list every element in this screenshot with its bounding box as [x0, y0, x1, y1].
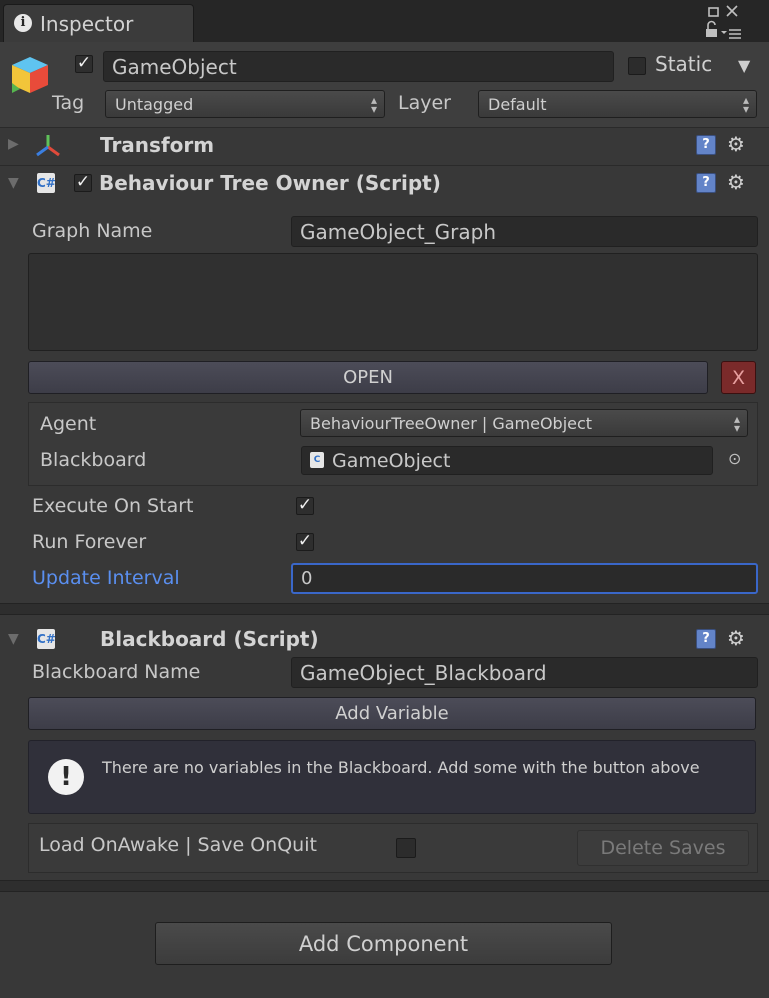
lock-icon[interactable]: [706, 20, 717, 38]
close-icon[interactable]: [726, 5, 738, 17]
blackboard-ref-label: Blackboard: [40, 449, 147, 471]
script-icon: C#: [37, 629, 56, 649]
transform-title: Transform: [100, 133, 215, 157]
layer-value: Default: [488, 94, 547, 114]
gear-icon[interactable]: ⚙: [727, 172, 745, 192]
transform-foldout-icon[interactable]: ▶: [8, 136, 19, 152]
graph-name-input[interactable]: GameObject_Graph: [291, 216, 758, 247]
info-exclamation-icon: !: [48, 759, 84, 795]
bt-owner-foldout-icon[interactable]: ▼: [8, 175, 19, 191]
tag-value: Untagged: [115, 94, 194, 114]
window-controls: [706, 5, 741, 39]
blackboard-title: Blackboard (Script): [100, 627, 319, 651]
component-separator: [0, 603, 769, 615]
agent-value: BehaviourTreeOwner | GameObject: [310, 413, 593, 433]
info-icon: i: [14, 14, 32, 32]
run-forever-label: Run Forever: [32, 531, 147, 553]
blackboard-name-input[interactable]: GameObject_Blackboard: [291, 657, 758, 688]
static-dropdown-icon[interactable]: ▼: [738, 56, 750, 75]
graph-name-label: Graph Name: [32, 220, 153, 242]
agent-dropdown[interactable]: BehaviourTreeOwner | GameObject ▴ ▾: [300, 409, 748, 437]
execute-on-start-label: Execute On Start: [32, 495, 194, 517]
static-label: Static: [655, 52, 713, 76]
update-interval-label: Update Interval: [32, 567, 180, 589]
static-checkbox[interactable]: [628, 57, 646, 75]
gear-icon[interactable]: ⚙: [727, 134, 745, 154]
tag-dropdown[interactable]: Untagged ▴ ▾: [105, 90, 385, 118]
load-save-checkbox[interactable]: [396, 838, 416, 858]
gameobject-name-input[interactable]: GameObject: [103, 51, 614, 82]
tag-label: Tag: [52, 92, 85, 114]
script-icon: C: [310, 452, 324, 468]
delete-saves-button[interactable]: Delete Saves: [577, 830, 749, 866]
dropdown-arrows-icon: ▴ ▾: [742, 93, 749, 116]
layer-dropdown[interactable]: Default ▴ ▾: [478, 90, 757, 118]
help-book-icon[interactable]: ?: [696, 173, 716, 193]
cube-icon: [12, 57, 48, 93]
tab-inspector[interactable]: i Inspector: [3, 4, 194, 42]
add-component-button[interactable]: Add Component: [155, 922, 612, 965]
agent-label: Agent: [40, 413, 97, 435]
tab-inspector-label: Inspector: [40, 12, 134, 36]
graph-preview-area: [28, 253, 758, 351]
bt-owner-title: Behaviour Tree Owner (Script): [99, 171, 441, 195]
remove-graph-button[interactable]: X: [721, 361, 756, 394]
dropdown-arrows-icon: ▴ ▾: [370, 93, 377, 116]
gameobject-active-checkbox[interactable]: ✓: [75, 55, 93, 73]
open-graph-button[interactable]: OPEN: [28, 361, 708, 394]
add-variable-button[interactable]: Add Variable: [28, 697, 756, 730]
transform-axes-icon: [36, 135, 60, 157]
gear-icon[interactable]: ⚙: [727, 628, 745, 648]
component-separator: [0, 880, 769, 892]
object-picker-icon[interactable]: ⊙: [728, 449, 741, 468]
script-icon: C#: [37, 173, 56, 193]
bt-owner-enabled-checkbox[interactable]: ✓: [74, 174, 92, 192]
run-forever-checkbox[interactable]: ✓: [296, 533, 314, 551]
dock-icon[interactable]: [708, 7, 719, 17]
blackboard-name-label: Blackboard Name: [32, 661, 201, 683]
info-message: There are no variables in the Blackboard…: [102, 758, 700, 777]
help-book-icon[interactable]: ?: [696, 135, 716, 155]
help-book-icon[interactable]: ?: [696, 629, 716, 649]
blackboard-object-field[interactable]: GameObject: [301, 446, 713, 475]
load-save-label: Load OnAwake | Save OnQuit: [39, 834, 317, 856]
dropdown-arrows-icon: ▴ ▾: [733, 412, 740, 435]
menu-icon[interactable]: [721, 29, 741, 39]
blackboard-ref-value: GameObject: [332, 449, 451, 472]
blackboard-foldout-icon[interactable]: ▼: [8, 631, 19, 647]
execute-on-start-checkbox[interactable]: ✓: [296, 497, 314, 515]
layer-label: Layer: [398, 92, 451, 114]
update-interval-input[interactable]: 0: [291, 563, 758, 594]
